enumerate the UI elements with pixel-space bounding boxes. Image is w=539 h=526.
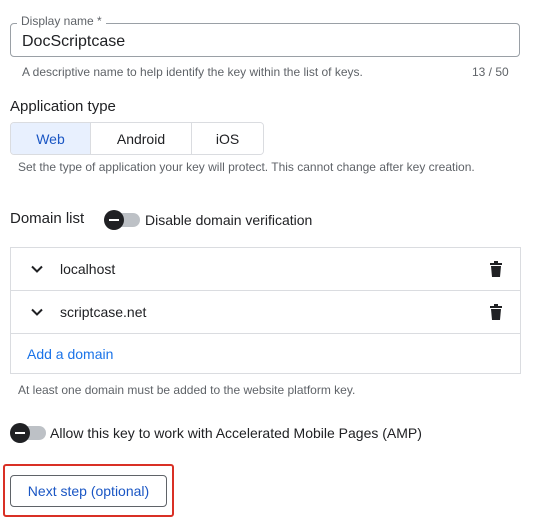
display-name-counter: 13 / 50 <box>472 65 509 79</box>
disable-domain-verification-toggle[interactable] <box>104 210 140 230</box>
application-type-selector: Web Android iOS <box>10 122 264 155</box>
display-name-hint: A descriptive name to help identify the … <box>22 65 363 79</box>
toggle-knob <box>104 210 124 230</box>
domain-row[interactable]: localhost <box>11 248 520 291</box>
domain-name: localhost <box>60 261 116 277</box>
add-domain-link[interactable]: Add a domain <box>27 346 113 362</box>
trash-icon[interactable] <box>489 304 503 320</box>
domain-name: scriptcase.net <box>60 304 147 320</box>
domain-list-hint: At least one domain must be added to the… <box>18 383 356 397</box>
chevron-down-icon[interactable] <box>30 262 44 276</box>
amp-toggle-label: Allow this key to work with Accelerated … <box>50 425 422 441</box>
chevron-down-icon[interactable] <box>30 305 44 319</box>
domain-list: localhost scriptcase.net Add a domain <box>10 247 521 374</box>
display-name-label: Display name * <box>17 13 106 29</box>
app-type-web-button[interactable]: Web <box>11 123 91 154</box>
application-type-title: Application type <box>10 98 116 115</box>
domain-row[interactable]: scriptcase.net <box>11 291 520 334</box>
amp-toggle[interactable] <box>10 423 46 443</box>
disable-domain-verification-label: Disable domain verification <box>145 212 313 228</box>
next-step-button[interactable]: Next step (optional) <box>10 475 167 507</box>
app-type-ios-button[interactable]: iOS <box>192 123 263 154</box>
trash-icon[interactable] <box>489 261 503 277</box>
app-type-android-button[interactable]: Android <box>91 123 192 154</box>
display-name-input-value[interactable]: DocScriptcase <box>22 33 125 51</box>
application-type-hint: Set the type of application your key wil… <box>18 160 475 174</box>
toggle-knob <box>10 423 30 443</box>
domain-list-title: Domain list <box>10 210 85 227</box>
